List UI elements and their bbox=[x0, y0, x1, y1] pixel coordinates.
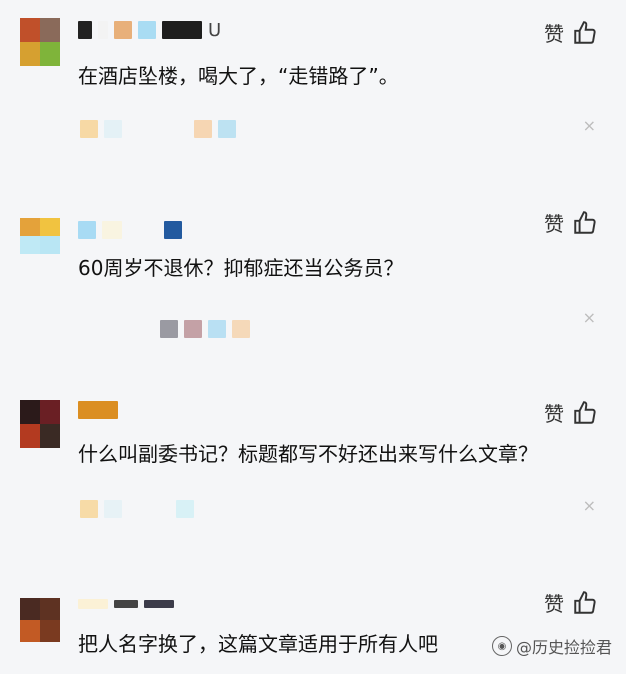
watermark: ◉ @历史捡捡君 bbox=[491, 634, 612, 658]
comment-meta-redacted bbox=[160, 320, 250, 338]
avatar[interactable] bbox=[20, 400, 60, 448]
username-redacted bbox=[78, 594, 174, 614]
avatar[interactable] bbox=[20, 598, 60, 642]
close-icon[interactable]: × bbox=[583, 496, 596, 515]
like-label: 赞 bbox=[544, 592, 564, 616]
thumbs-up-icon bbox=[574, 590, 596, 614]
avatar[interactable] bbox=[20, 218, 60, 254]
like-label: 赞 bbox=[544, 402, 564, 426]
thumbs-up-icon bbox=[574, 400, 596, 424]
like-button[interactable]: 赞 bbox=[544, 398, 598, 427]
comment-meta-redacted bbox=[80, 500, 194, 518]
thumbs-up-icon bbox=[574, 20, 596, 44]
comment-meta-redacted bbox=[80, 120, 236, 138]
watermark-text: @历史捡捡君 bbox=[515, 638, 612, 657]
comment-text: 在酒店坠楼，喝大了，“走错路了”。 bbox=[78, 64, 399, 88]
like-label: 赞 bbox=[544, 22, 564, 46]
comment-text: 60周岁不退休？抑郁症还当公务员？ bbox=[78, 256, 404, 280]
close-icon[interactable]: × bbox=[583, 308, 596, 327]
username-redacted bbox=[78, 220, 182, 240]
watermark-logo-icon: ◉ bbox=[491, 636, 512, 656]
like-button[interactable]: 赞 bbox=[544, 208, 598, 237]
username-redacted: U bbox=[78, 20, 221, 41]
comment-text: 什么叫副委书记？标题都写不好还出来写什么文章？ bbox=[78, 442, 538, 466]
like-button[interactable]: 赞 bbox=[544, 588, 598, 617]
like-button[interactable]: 赞 bbox=[544, 18, 598, 47]
comment-text: 把人名字换了，这篇文章适用于所有人吧 bbox=[78, 632, 438, 656]
like-label: 赞 bbox=[544, 212, 564, 236]
username-redacted bbox=[78, 400, 118, 420]
avatar[interactable] bbox=[20, 18, 60, 66]
close-icon[interactable]: × bbox=[583, 116, 596, 135]
thumbs-up-icon bbox=[574, 210, 596, 234]
